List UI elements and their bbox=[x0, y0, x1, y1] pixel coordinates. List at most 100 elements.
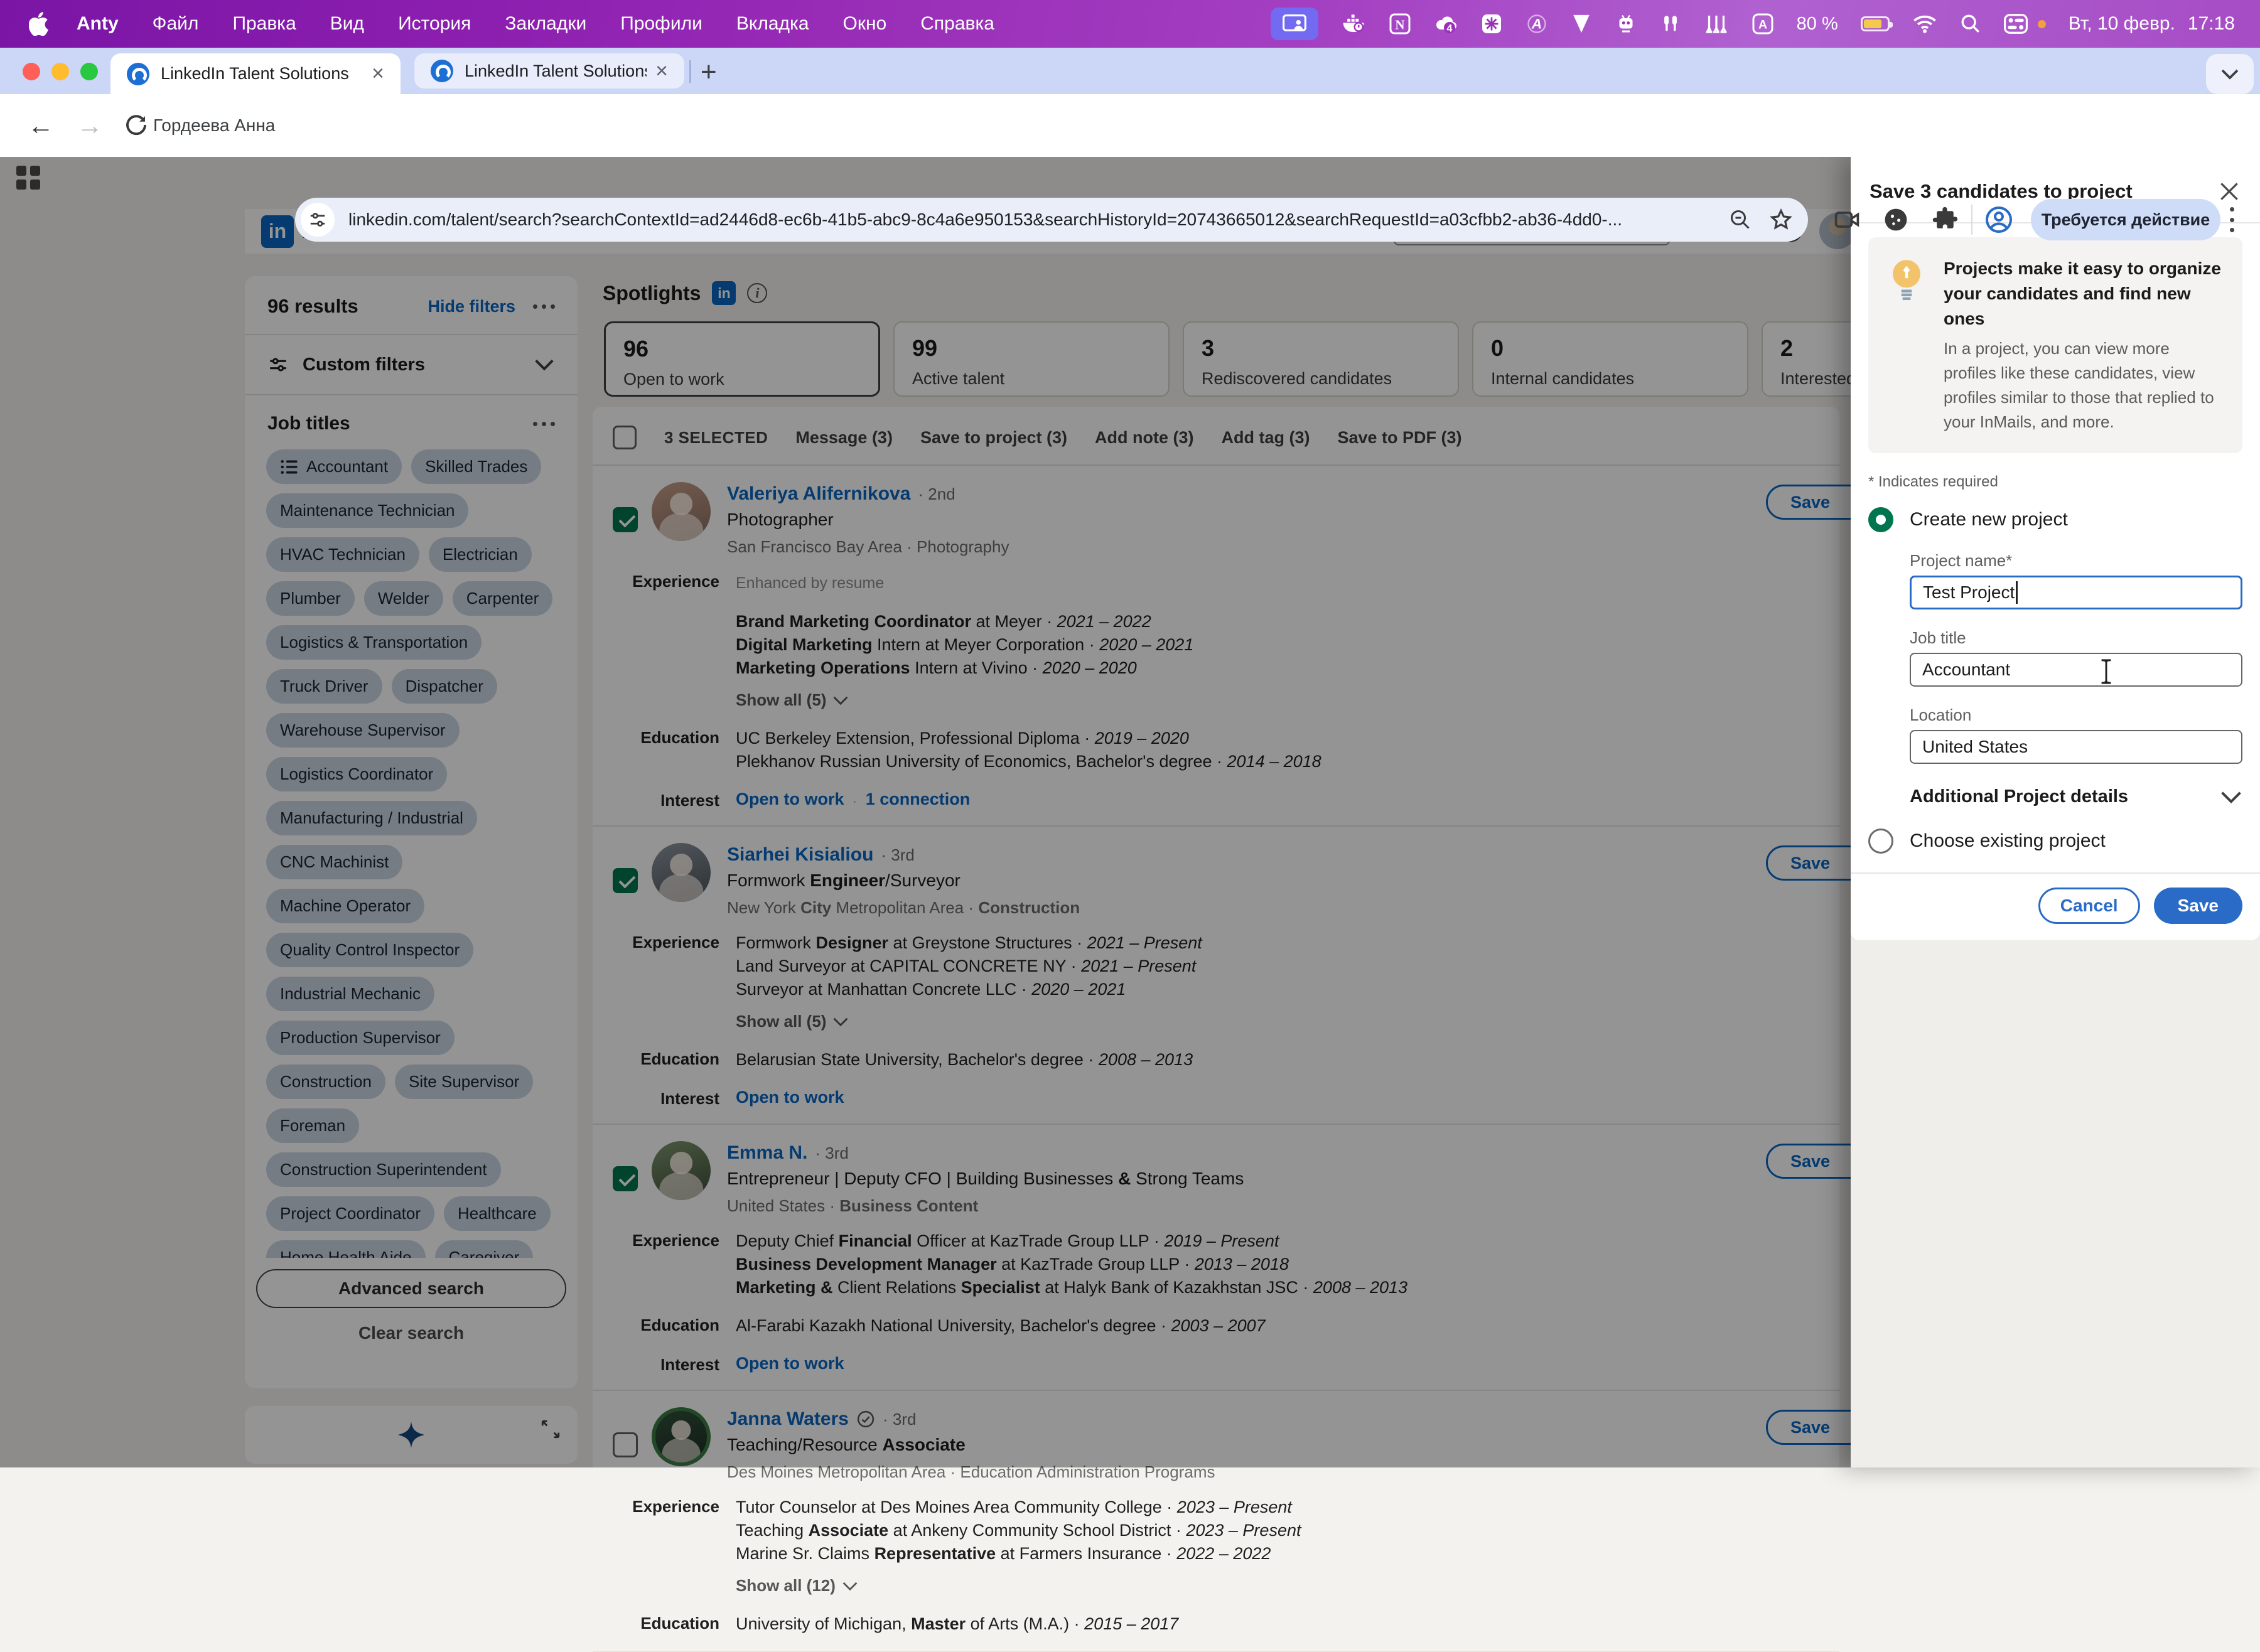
equalizer-icon[interactable] bbox=[1704, 9, 1729, 39]
wifi-icon[interactable] bbox=[1912, 9, 1937, 39]
experience-line: Teaching Associate at Ankeny Community S… bbox=[736, 1521, 1301, 1540]
menu-item-1[interactable]: Файл bbox=[153, 13, 199, 35]
tab-linkedin-2[interactable]: LinkedIn Talent Solutions × bbox=[414, 53, 684, 88]
browser-profile-icon[interactable] bbox=[1984, 205, 2014, 235]
spotlight-search-icon[interactable] bbox=[1960, 9, 1981, 39]
recording-dot-icon bbox=[2037, 19, 2046, 28]
logo-a-icon[interactable]: A bbox=[1526, 9, 1548, 39]
airpods-icon[interactable] bbox=[1660, 9, 1681, 39]
battery-icon bbox=[1860, 16, 1893, 31]
chevron-down-icon bbox=[2221, 791, 2241, 803]
radio-unselected-icon[interactable] bbox=[1868, 829, 1893, 854]
reload-button[interactable] bbox=[123, 112, 149, 138]
robot-icon[interactable] bbox=[1615, 9, 1637, 39]
education-label: Education bbox=[640, 1614, 719, 1633]
menu-item-2[interactable]: Правка bbox=[232, 13, 296, 35]
project-name-input[interactable]: Test Project bbox=[1910, 576, 2242, 609]
tab-separator bbox=[689, 60, 691, 83]
svg-text:A: A bbox=[1531, 16, 1542, 32]
svg-text:N: N bbox=[1395, 17, 1404, 32]
menu-item-0[interactable]: Anty bbox=[77, 13, 119, 35]
status-area: N 4 A A 80 % Вт, 10 февр. 17:18 bbox=[1270, 8, 2235, 40]
linkedin-favicon-icon bbox=[127, 62, 149, 85]
choose-option-label: Choose existing project bbox=[1910, 830, 2106, 851]
browser-toolbar: ← → Гордеева Анна linkedin.com/talent/se… bbox=[0, 94, 2260, 242]
site-settings-icon[interactable] bbox=[301, 203, 335, 237]
tip-title: Projects make it easy to organize your c… bbox=[1944, 259, 2221, 328]
radio-selected-icon[interactable] bbox=[1868, 507, 1893, 532]
browser-tab-strip: LinkedIn Talent Solutions × LinkedIn Tal… bbox=[0, 48, 2260, 94]
menu-bar-clock[interactable]: Вт, 10 февр. 17:18 bbox=[2069, 13, 2235, 35]
project-name-label: Project name* bbox=[1910, 551, 2013, 570]
tab-close-icon[interactable]: × bbox=[372, 62, 384, 86]
action-required-button[interactable]: Требуется действие bbox=[2031, 199, 2220, 240]
save-to-project-drawer: Save 3 candidates to project Projects ma… bbox=[1851, 157, 2260, 1467]
create-option-label: Create new project bbox=[1910, 509, 2068, 530]
screen-share-icon[interactable] bbox=[1270, 8, 1318, 40]
bookmark-star-icon[interactable] bbox=[1769, 208, 1793, 232]
save-button[interactable]: Save bbox=[2153, 888, 2242, 924]
cloud-4-icon[interactable]: 4 bbox=[1434, 9, 1458, 39]
menu-item-6[interactable]: Профили bbox=[620, 13, 702, 35]
tip-body: In a project, you can view more profiles… bbox=[1944, 339, 2214, 431]
camera-icon[interactable] bbox=[1833, 206, 1861, 233]
show-all-link[interactable]: Show all (12) bbox=[736, 1574, 1839, 1597]
choose-existing-project-option[interactable]: Choose existing project bbox=[1868, 829, 2242, 854]
ibeam-cursor bbox=[2099, 659, 2113, 684]
experience-line: Marine Sr. Claims Representative at Farm… bbox=[736, 1544, 1271, 1563]
url-bar[interactable]: linkedin.com/talent/search?searchContext… bbox=[295, 198, 1808, 242]
close-icon[interactable] bbox=[2217, 180, 2241, 203]
browser-menu-icon[interactable] bbox=[2230, 202, 2235, 237]
tab-title: LinkedIn Talent Solutions bbox=[465, 61, 647, 80]
job-title-input[interactable]: Accountant bbox=[1910, 653, 2242, 687]
flower-icon[interactable] bbox=[1480, 9, 1503, 39]
apple-logo-icon[interactable] bbox=[29, 12, 49, 36]
control-center-icon[interactable] bbox=[2003, 9, 2028, 39]
experience-label: Experience bbox=[632, 1497, 719, 1516]
lightbulb-icon bbox=[1886, 256, 1927, 434]
tab-search-chevron-button[interactable] bbox=[2206, 54, 2254, 94]
menu-item-7[interactable]: Вкладка bbox=[736, 13, 809, 35]
menu-item-4[interactable]: История bbox=[398, 13, 471, 35]
required-note: * Indicates required bbox=[1868, 473, 1998, 490]
projects-tip-card: Projects make it easy to organize your c… bbox=[1868, 237, 2242, 453]
job-title-label: Job title bbox=[1910, 628, 1966, 647]
additional-details-toggle[interactable]: Additional Project details bbox=[1910, 786, 2242, 807]
linkedin-favicon-icon bbox=[431, 60, 453, 82]
docker-icon[interactable] bbox=[1341, 9, 1366, 39]
tab-title: LinkedIn Talent Solutions bbox=[161, 64, 349, 83]
location-input[interactable]: United States bbox=[1910, 730, 2242, 764]
create-new-project-option[interactable]: Create new project bbox=[1868, 507, 2242, 532]
macos-menu-bar: Anty Файл Правка Вид История Закладки Профили В… bbox=[0, 0, 2260, 48]
experience-line: Tutor Counselor at Des Moines Area Commu… bbox=[736, 1498, 1292, 1516]
zoom-out-icon[interactable] bbox=[1729, 208, 1752, 231]
battery-percent: 80 % bbox=[1796, 13, 1838, 34]
education-line: University of Michigan, Master of Arts (… bbox=[736, 1614, 1179, 1633]
shield-v-icon[interactable] bbox=[1571, 9, 1592, 39]
tab-linkedin-1[interactable]: LinkedIn Talent Solutions × bbox=[110, 53, 401, 94]
modal-dim-overlay[interactable] bbox=[0, 157, 1851, 1467]
url-text[interactable]: linkedin.com/talent/search?searchContext… bbox=[348, 210, 1729, 230]
browser-profile-name[interactable]: Гордеева Анна bbox=[153, 115, 275, 136]
notion-icon[interactable]: N bbox=[1389, 9, 1411, 39]
menu-item-8[interactable]: Окно bbox=[843, 13, 887, 35]
tab-close-icon[interactable]: × bbox=[655, 59, 668, 83]
menu-items: Anty Файл Правка Вид История Закладки Профили В… bbox=[77, 13, 994, 35]
minimize-window-button[interactable] bbox=[51, 63, 69, 80]
text-caret bbox=[2016, 581, 2018, 604]
cookie-icon[interactable] bbox=[1882, 206, 1910, 233]
input-a-icon[interactable]: A bbox=[1752, 9, 1774, 39]
menu-item-3[interactable]: Вид bbox=[330, 13, 364, 35]
close-window-button[interactable] bbox=[23, 63, 40, 80]
menu-item-9[interactable]: Справка bbox=[920, 13, 994, 35]
new-tab-button[interactable]: + bbox=[701, 56, 717, 88]
forward-button[interactable]: → bbox=[77, 110, 103, 141]
cancel-button[interactable]: Cancel bbox=[2038, 888, 2140, 924]
menu-item-5[interactable]: Закладки bbox=[505, 13, 586, 35]
back-button[interactable]: ← bbox=[28, 110, 54, 141]
maximize-window-button[interactable] bbox=[80, 63, 98, 80]
svg-text:A: A bbox=[1758, 18, 1767, 32]
svg-text:4: 4 bbox=[1446, 23, 1453, 34]
extensions-puzzle-icon[interactable] bbox=[1931, 206, 1959, 233]
toolbar-separator bbox=[1971, 205, 1972, 235]
